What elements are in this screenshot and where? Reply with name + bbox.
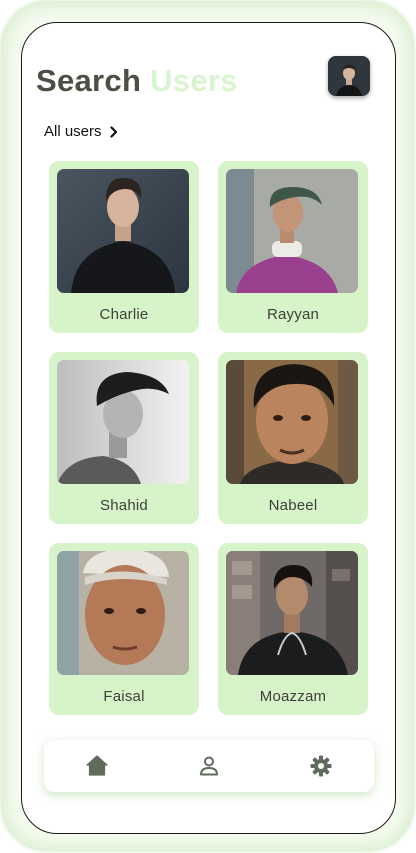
device-frame: Search Users All users Charlie Rayyan Sh… [1,1,414,851]
user-photo [226,551,358,675]
user-photo [57,551,189,675]
title-word-search: Search [36,63,142,98]
user-name: Faisal [103,688,145,705]
title-word-users: Users [150,63,238,98]
user-photo [57,169,189,293]
user-photo [226,360,358,484]
all-users-filter[interactable]: All users [44,123,120,140]
user-photo [226,169,358,293]
user-photo [57,360,189,484]
nav-profile-button[interactable] [196,753,222,779]
user-name: Rayyan [266,306,320,323]
chevron-right-icon [109,125,117,138]
settings-icon [310,755,332,777]
user-card-nabeel[interactable]: Nabeel [218,352,368,524]
profile-avatar[interactable] [328,56,370,96]
user-name: Moazzam [259,688,327,705]
all-users-label: All users [44,123,102,140]
user-card-charlie[interactable]: Charlie [49,161,199,333]
home-icon [86,755,108,776]
page-title: Search Users [36,63,238,99]
nav-home-button[interactable] [84,753,110,779]
user-name: Nabeel [268,497,318,514]
user-card-rayyan[interactable]: Rayyan [218,161,368,333]
user-card-faisal[interactable]: Faisal [49,543,199,715]
user-name: Charlie [99,306,149,323]
app-screen: Search Users All users Charlie Rayyan Sh… [21,22,396,834]
person-icon [200,756,218,776]
nav-settings-button[interactable] [308,753,334,779]
user-card-shahid[interactable]: Shahid [49,352,199,524]
user-card-moazzam[interactable]: Moazzam [218,543,368,715]
bottom-nav [44,740,374,792]
avatar-photo [328,56,370,96]
user-name: Shahid [100,497,148,514]
